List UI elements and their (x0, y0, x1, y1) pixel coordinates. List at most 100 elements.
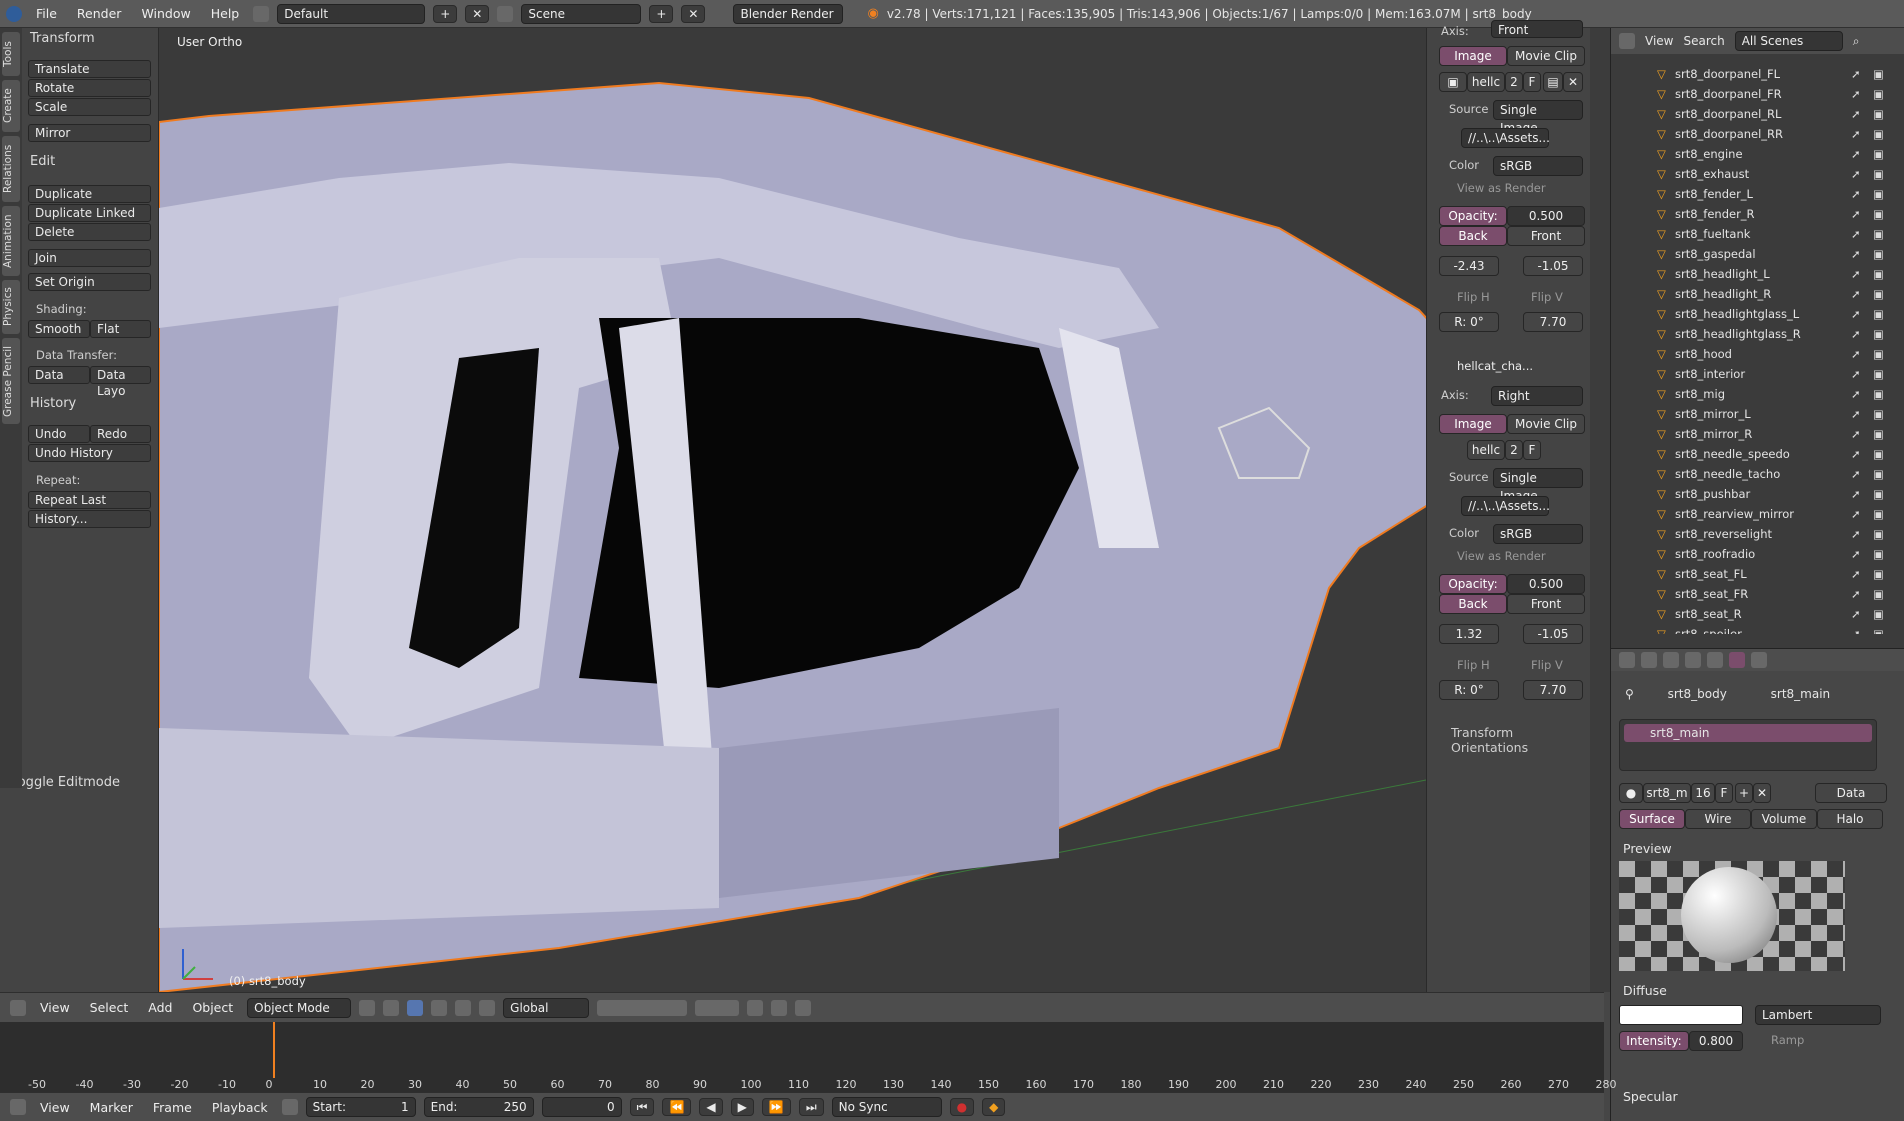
renderable-icon[interactable]: ▣ (1873, 304, 1884, 324)
add-scene-button[interactable]: + (649, 4, 674, 23)
render-preview-icon[interactable] (747, 999, 764, 1016)
outliner-item[interactable]: ▽ srt8_fender_L ➚ ▣ (1611, 184, 1904, 204)
outliner-item[interactable]: ▽ srt8_fueltank ➚ ▣ (1611, 224, 1904, 244)
data-layout-button[interactable]: Data Layo (90, 366, 151, 398)
toggle-editmode-title[interactable]: Toggle Editmode (12, 775, 120, 790)
movieclip-tab-2[interactable]: Movie Clip (1507, 414, 1585, 434)
diffuse-title[interactable]: Diffuse (1623, 983, 1667, 998)
shading-mode-icon[interactable] (359, 999, 376, 1016)
prev-key-icon[interactable]: ⏪ (662, 1098, 692, 1116)
opacity-label-1[interactable]: Opacity: (1439, 206, 1507, 226)
outliner-item[interactable]: ▽ srt8_engine ➚ ▣ (1611, 144, 1904, 164)
menu-select[interactable]: Select (84, 1000, 135, 1015)
material-slot-item[interactable]: srt8_main (1624, 724, 1872, 742)
material-context-icon[interactable] (1729, 652, 1745, 668)
renderable-icon[interactable]: ▣ (1873, 464, 1884, 484)
outliner-item[interactable]: ▽ srt8_fender_R ➚ ▣ (1611, 204, 1904, 224)
selectable-icon[interactable]: ➚ (1851, 304, 1861, 324)
renderable-icon[interactable]: ▣ (1873, 84, 1884, 104)
renderable-icon[interactable]: ▣ (1873, 524, 1884, 544)
add-material-button[interactable]: + (1735, 783, 1753, 803)
flip-h-1[interactable]: Flip H (1457, 290, 1490, 304)
outliner-item[interactable]: ▽ srt8_hood ➚ ▣ (1611, 344, 1904, 364)
tab-animation[interactable]: Animation (2, 206, 20, 276)
selectable-icon[interactable]: ➚ (1851, 104, 1861, 124)
offset-x-2[interactable]: 1.32 (1439, 624, 1499, 644)
rotate-manipulator-icon[interactable] (455, 999, 472, 1016)
size-2[interactable]: 7.70 (1523, 680, 1583, 700)
delete-button[interactable]: Delete (28, 223, 151, 241)
selectable-icon[interactable]: ➚ (1851, 404, 1861, 424)
outliner-item[interactable]: ▽ srt8_mig ➚ ▣ (1611, 384, 1904, 404)
jump-end-icon[interactable]: ⏭ (798, 1098, 824, 1116)
scene-icon[interactable] (497, 5, 514, 22)
outliner-item[interactable]: ▽ srt8_seat_R ➚ ▣ (1611, 604, 1904, 624)
renderable-icon[interactable]: ▣ (1873, 404, 1884, 424)
modifier-context-icon[interactable] (1707, 652, 1723, 668)
remove-layout-button[interactable]: ✕ (465, 4, 490, 23)
data-button[interactable]: Data (28, 366, 90, 384)
renderable-icon[interactable]: ▣ (1873, 184, 1884, 204)
object-context-icon[interactable] (1685, 652, 1701, 668)
3d-view-editor-icon[interactable] (10, 999, 26, 1016)
orientation-select[interactable]: Global (503, 997, 590, 1018)
outliner-item[interactable]: ▽ srt8_gaspedal ➚ ▣ (1611, 244, 1904, 264)
renderable-icon[interactable]: ▣ (1873, 584, 1884, 604)
screen-layout-icon[interactable] (253, 5, 270, 22)
selectable-icon[interactable]: ➚ (1851, 444, 1861, 464)
tab-halo[interactable]: Halo (1817, 809, 1883, 829)
menu-help[interactable]: Help (205, 6, 246, 21)
tab-surface[interactable]: Surface (1619, 809, 1685, 829)
opacity-label-2[interactable]: Opacity: (1439, 574, 1507, 594)
preview-range-icon[interactable] (281, 1099, 298, 1115)
source-select-1[interactable]: Single Image (1493, 100, 1583, 135)
set-origin-button[interactable]: Set Origin (28, 273, 151, 291)
play-reverse-icon[interactable]: ◀ (699, 1098, 723, 1116)
selectable-icon[interactable]: ➚ (1851, 144, 1861, 164)
selectable-icon[interactable]: ➚ (1851, 504, 1861, 524)
selectable-icon[interactable]: ➚ (1851, 484, 1861, 504)
search-icon[interactable]: ⌕ (1853, 34, 1860, 49)
jump-start-icon[interactable]: ⏮ (629, 1098, 655, 1116)
start-frame-field[interactable]: Start: 1 (305, 1097, 416, 1117)
renderable-icon[interactable]: ▣ (1873, 204, 1884, 224)
selectable-icon[interactable]: ➚ (1851, 244, 1861, 264)
image-users-1[interactable]: 2 (1505, 72, 1523, 92)
timeline-menu-marker[interactable]: Marker (84, 1100, 139, 1115)
unlink-material-button[interactable]: ✕ (1753, 783, 1771, 803)
renderable-icon[interactable]: ▣ (1873, 364, 1884, 384)
selectable-icon[interactable]: ➚ (1851, 224, 1861, 244)
offset-x-1[interactable]: -2.43 (1439, 256, 1499, 276)
transform-orientations-title[interactable]: Transform Orientations (1451, 725, 1590, 755)
outliner-item[interactable]: ▽ srt8_reverselight ➚ ▣ (1611, 524, 1904, 544)
renderable-icon[interactable]: ▣ (1873, 544, 1884, 564)
offset-y-1[interactable]: -1.05 (1523, 256, 1583, 276)
renderable-icon[interactable]: ▣ (1873, 344, 1884, 364)
pin-icon[interactable]: ⚲ (1625, 687, 1634, 701)
renderable-icon[interactable]: ▣ (1873, 564, 1884, 584)
outliner-item[interactable]: ▽ srt8_doorpanel_FR ➚ ▣ (1611, 84, 1904, 104)
render-engine-select[interactable]: Blender Render (733, 3, 844, 24)
snap-icon[interactable] (771, 999, 788, 1016)
material-name[interactable]: srt8_m (1643, 783, 1691, 803)
selectable-icon[interactable]: ➚ (1851, 344, 1861, 364)
flip-h-2[interactable]: Flip H (1457, 658, 1490, 672)
back-button-1[interactable]: Back (1439, 226, 1507, 246)
record-icon[interactable]: ● (949, 1098, 975, 1116)
smooth-button[interactable]: Smooth (28, 320, 90, 338)
current-frame-field[interactable]: 0 (541, 1097, 622, 1117)
selectable-icon[interactable]: ➚ (1851, 384, 1861, 404)
transform-panel-title[interactable]: Transform (30, 31, 95, 46)
tab-grease-pencil[interactable]: Grease Pencil (2, 338, 20, 424)
image-users-2[interactable]: 2 (1505, 440, 1523, 460)
timeline-menu-view[interactable]: View (34, 1100, 76, 1115)
tab-tools[interactable]: Tools (2, 32, 20, 76)
selectable-icon[interactable]: ➚ (1851, 264, 1861, 284)
rotation-2[interactable]: R: 0° (1439, 680, 1499, 700)
current-frame-line[interactable] (273, 1022, 275, 1078)
outliner-item[interactable]: ▽ srt8_mirror_L ➚ ▣ (1611, 404, 1904, 424)
manipulator-icon[interactable] (407, 999, 424, 1016)
add-layout-button[interactable]: + (433, 4, 458, 23)
selectable-icon[interactable]: ➚ (1851, 624, 1861, 634)
sync-select[interactable]: No Sync (831, 1097, 942, 1117)
